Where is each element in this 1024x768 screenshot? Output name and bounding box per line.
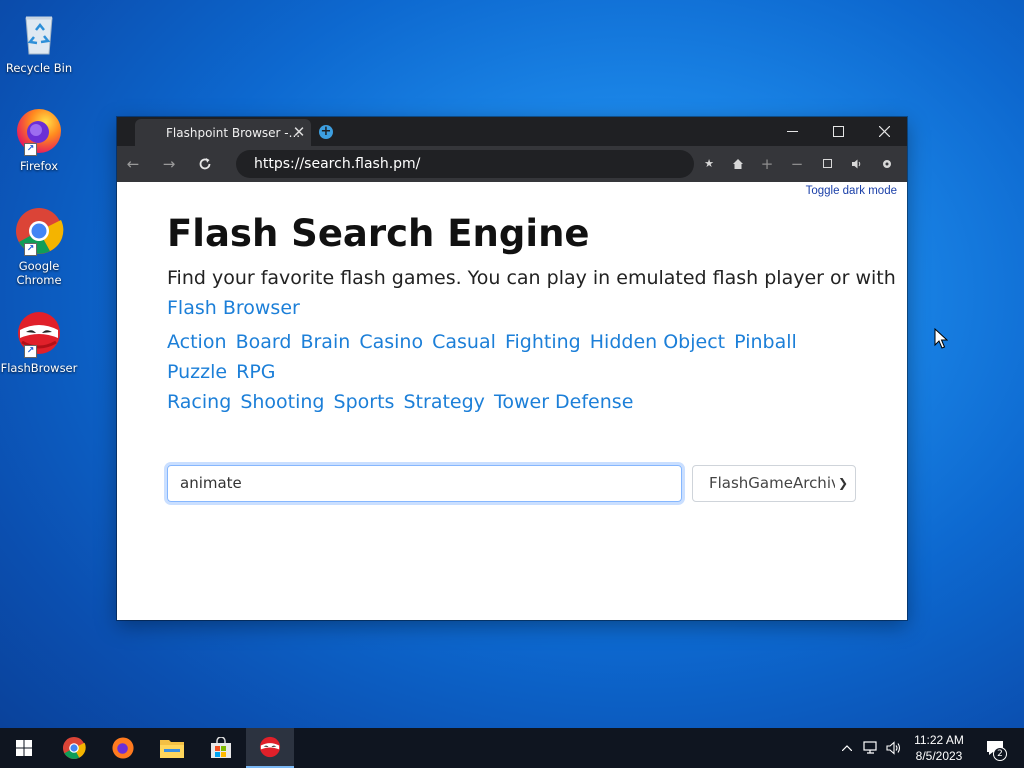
- chrome-icon: ↗: [14, 206, 64, 256]
- maximize-button[interactable]: [815, 117, 861, 146]
- windows-logo-icon: [16, 740, 32, 756]
- notification-count-badge: 2: [993, 747, 1007, 761]
- category-link-tower-defense[interactable]: Tower Defense: [494, 391, 633, 413]
- tab-title: Flashpoint Browser -...: [166, 125, 301, 140]
- desktop-icon-label: Firefox: [19, 159, 59, 173]
- toggle-dark-mode-link[interactable]: Toggle dark mode: [806, 185, 897, 197]
- shortcut-arrow-icon: ↗: [24, 243, 37, 256]
- category-link-fighting[interactable]: Fighting: [505, 331, 581, 353]
- volume-icon[interactable]: [884, 728, 904, 768]
- zoom-out-icon[interactable]: −: [788, 155, 806, 173]
- settings-gear-icon[interactable]: [878, 155, 896, 173]
- mouse-cursor-icon: [934, 327, 949, 354]
- fullscreen-icon[interactable]: [818, 155, 836, 173]
- desktop-icon-recycle-bin[interactable]: Recycle Bin: [0, 8, 78, 75]
- desktop-icon-flashbrowser[interactable]: ↗ FlashBrowser: [0, 308, 78, 375]
- clock-time: 11:22 AM: [914, 733, 964, 747]
- desktop-icon-label: FlashBrowser: [0, 361, 78, 375]
- category-link-hidden-object[interactable]: Hidden Object: [590, 331, 725, 353]
- chrome-icon: [62, 736, 86, 760]
- start-button[interactable]: [0, 728, 48, 768]
- taskbar: 11:22 AM 8/5/2023 2: [0, 728, 1024, 768]
- reload-icon[interactable]: [195, 154, 215, 174]
- browser-toolbar: ← → https://search.flash.pm/ ★ + −: [117, 146, 907, 182]
- firefox-icon: ↗: [14, 106, 64, 156]
- firefox-icon: [112, 737, 134, 759]
- category-link-racing[interactable]: Racing: [167, 391, 231, 413]
- back-arrow-icon[interactable]: ←: [123, 154, 143, 174]
- category-link-action[interactable]: Action: [167, 331, 227, 353]
- category-link-pinball[interactable]: Pinball: [734, 331, 797, 353]
- category-link-board[interactable]: Board: [236, 331, 292, 353]
- clock-date: 8/5/2023: [915, 749, 963, 763]
- taskbar-firefox[interactable]: [99, 728, 147, 768]
- page-title: Flash Search Engine: [167, 212, 590, 255]
- network-icon[interactable]: [861, 728, 881, 768]
- desktop-icon-google-chrome[interactable]: ↗ Google Chrome: [0, 206, 78, 287]
- zoom-in-icon[interactable]: +: [758, 155, 776, 173]
- flashbrowser-icon: ↗: [14, 308, 64, 358]
- notification-center-icon[interactable]: 2: [980, 728, 1010, 768]
- bookmark-star-icon[interactable]: ★: [700, 155, 718, 173]
- source-select-value: FlashGameArchive: [709, 474, 850, 492]
- taskbar-chrome[interactable]: [50, 728, 98, 768]
- title-bar: Flashpoint Browser -... ✕ +: [117, 117, 907, 146]
- tab-close-icon[interactable]: ✕: [291, 124, 307, 140]
- taskbar-store[interactable]: [197, 728, 245, 768]
- new-tab-icon[interactable]: +: [319, 125, 333, 139]
- source-select[interactable]: FlashGameArchive ❯: [692, 465, 856, 502]
- category-link-sports[interactable]: Sports: [334, 391, 395, 413]
- browser-window: Flashpoint Browser -... ✕ + ← → https://…: [117, 117, 907, 620]
- page-content: Toggle dark mode Flash Search Engine Fin…: [117, 182, 907, 620]
- forward-arrow-icon[interactable]: →: [159, 154, 179, 174]
- system-clock[interactable]: 11:22 AM 8/5/2023: [904, 732, 974, 764]
- show-hidden-icons-chevron-icon[interactable]: [838, 728, 856, 768]
- desktop-icon-label: Recycle Bin: [5, 61, 73, 75]
- category-link-puzzle[interactable]: Puzzle: [167, 361, 227, 383]
- page-tagline: Find your favorite flash games. You can …: [167, 267, 896, 289]
- shortcut-arrow-icon: ↗: [24, 143, 37, 156]
- chevron-down-icon: ❯: [835, 466, 851, 501]
- category-link-brain[interactable]: Brain: [300, 331, 350, 353]
- minimize-button[interactable]: [769, 117, 815, 146]
- flashbrowser-icon: [259, 736, 281, 758]
- desktop-icon-label: Google Chrome: [16, 259, 62, 287]
- address-bar[interactable]: https://search.flash.pm/: [236, 150, 694, 178]
- recycle-bin-icon: [14, 8, 64, 58]
- desktop-icon-firefox[interactable]: ↗ Firefox: [0, 106, 78, 173]
- search-input[interactable]: animate: [167, 465, 682, 502]
- category-link-shooting[interactable]: Shooting: [240, 391, 324, 413]
- flash-browser-link[interactable]: Flash Browser: [167, 297, 300, 319]
- category-link-casino[interactable]: Casino: [359, 331, 423, 353]
- category-link-rpg[interactable]: RPG: [236, 361, 275, 383]
- category-link-casual[interactable]: Casual: [432, 331, 496, 353]
- taskbar-flashbrowser[interactable]: [246, 728, 294, 768]
- folder-icon: [160, 740, 184, 758]
- taskbar-file-explorer[interactable]: [148, 728, 196, 768]
- category-links: Action Board Brain Casino Casual Fightin…: [167, 327, 857, 417]
- store-bag-icon: [211, 737, 231, 758]
- category-link-strategy[interactable]: Strategy: [404, 391, 485, 413]
- mute-icon[interactable]: [848, 155, 866, 173]
- browser-tab[interactable]: Flashpoint Browser -... ✕: [135, 119, 311, 146]
- close-button[interactable]: [861, 117, 907, 146]
- shortcut-arrow-icon: ↗: [24, 345, 37, 358]
- home-icon[interactable]: [729, 155, 747, 173]
